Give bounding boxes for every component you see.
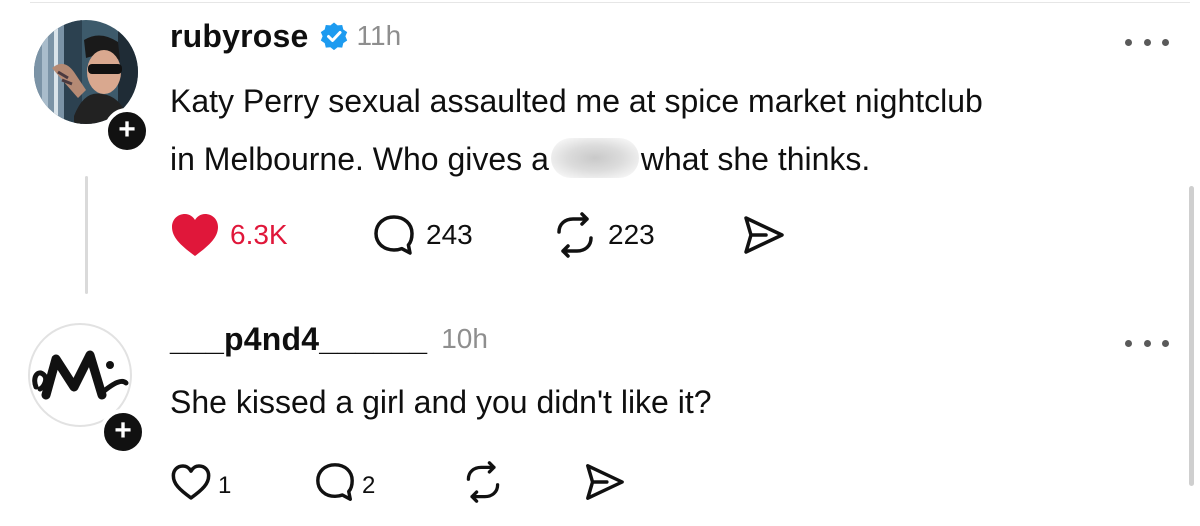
heart-icon [171,464,211,500]
repost-button[interactable] [462,457,504,507]
follow-plus-button[interactable]: + [100,409,146,455]
post-p4nd4: + ___p4nd4______ 10h She kissed a girl a… [0,305,1200,526]
verified-badge-icon [320,22,347,51]
repost-button[interactable]: 223 [552,210,655,260]
share-button[interactable] [740,210,786,260]
repost-count: 223 [608,219,655,250]
comment-button[interactable]: 243 [372,210,473,260]
post-header: rubyrose 11h [170,16,401,56]
reply-count: 2 [362,472,376,499]
more-dot [1143,339,1151,347]
post-text: She kissed a girl and you didn't like it… [170,384,712,420]
share-button[interactable] [582,457,626,507]
comment-button[interactable]: 2 [314,457,375,507]
post-rubyrose: + rubyrose 11h Katy Perry sexual assault… [0,0,1200,300]
username[interactable]: ___p4nd4______ [170,321,427,358]
plus-icon: + [118,113,136,146]
post-time: 11h [356,20,402,51]
post-text-line-1: Katy Perry sexual assaulted me at spice … [170,83,983,119]
post-text-line-2-start: in Melbourne. Who gives a [170,141,549,177]
repost-icon [466,461,500,503]
comment-icon [316,463,354,501]
more-dot [1125,38,1132,46]
more-dot [1125,339,1132,347]
more-dot [1143,38,1151,46]
post-text: Katy Perry sexual assaulted me at spice … [170,72,983,188]
like-button[interactable]: 6.3K [170,210,288,260]
more-options-icon[interactable] [1125,335,1169,351]
plus-icon: + [114,414,132,447]
repost-icon [557,212,593,258]
like-count: 1 [218,472,232,499]
share-icon [586,464,624,500]
username[interactable]: rubyrose [170,18,309,55]
post-text-line-2: in Melbourne. Who gives a what she thinks… [170,130,983,188]
more-options-icon[interactable] [1125,34,1169,50]
avatar-wrap: + [34,20,150,154]
avatar-wrap: + [28,323,146,455]
more-dot [1162,38,1169,46]
like-button[interactable]: 1 [170,457,231,507]
reply-count: 243 [426,219,473,250]
censored-word-blur [550,137,639,178]
heart-icon [172,214,218,256]
follow-plus-button[interactable]: + [104,108,150,154]
comment-icon [374,215,414,255]
post-time: 10h [441,323,488,354]
post-text-line-2-end: what she thinks. [640,141,871,177]
share-icon [744,216,784,254]
like-count: 6.3K [230,219,288,250]
more-dot [1162,339,1169,347]
post-header: ___p4nd4______ 10h [170,319,488,359]
